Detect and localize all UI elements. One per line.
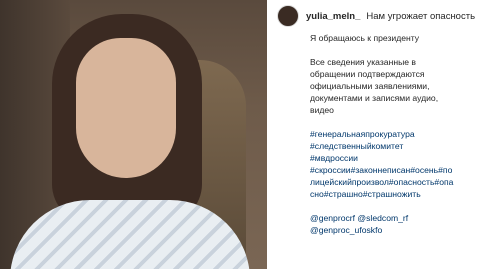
hashtag-line[interactable]: сно#страшно#страшножить <box>310 188 490 200</box>
caption-paragraph-2: Все сведения указанные в обращении подтв… <box>310 57 439 115</box>
hashtag-block: #генеральнаяпрокуратура #следственныйком… <box>310 128 490 200</box>
video-player[interactable] <box>0 0 267 269</box>
hashtag-line[interactable]: #генеральнаяпрокуратура <box>310 128 490 140</box>
username-link[interactable]: yulia_meln_ <box>306 11 360 22</box>
avatar[interactable] <box>277 5 299 27</box>
instagram-post: yulia_meln_ Нам угрожает опасность Я обр… <box>0 0 500 269</box>
post-side-panel: yulia_meln_ Нам угрожает опасность Я обр… <box>267 0 500 269</box>
mention-block: @genprocrf @sledcom_rf @genproc_ufoskfo <box>310 212 490 236</box>
caption-body: Я обращаюсь к президенту Все сведения ук… <box>267 32 500 236</box>
hashtag-line[interactable]: #мвдроссии <box>310 152 490 164</box>
hashtag-line[interactable]: #следственныйкомитет <box>310 140 490 152</box>
mention-line[interactable]: @genproc_ufoskfo <box>310 224 490 236</box>
hashtag-line[interactable]: #скроссии#законнеписан#осень#по <box>310 164 490 176</box>
caption-paragraph-1: Я обращаюсь к президенту <box>310 33 420 43</box>
hashtag-line[interactable]: лицейскийпроизвол#опасность#опа <box>310 176 490 188</box>
post-header: yulia_meln_ Нам угрожает опасность <box>267 0 500 32</box>
mention-line[interactable]: @genprocrf @sledcom_rf <box>310 212 490 224</box>
video-person-face <box>76 38 176 178</box>
caption-title: Нам угрожает опасность <box>366 10 476 22</box>
